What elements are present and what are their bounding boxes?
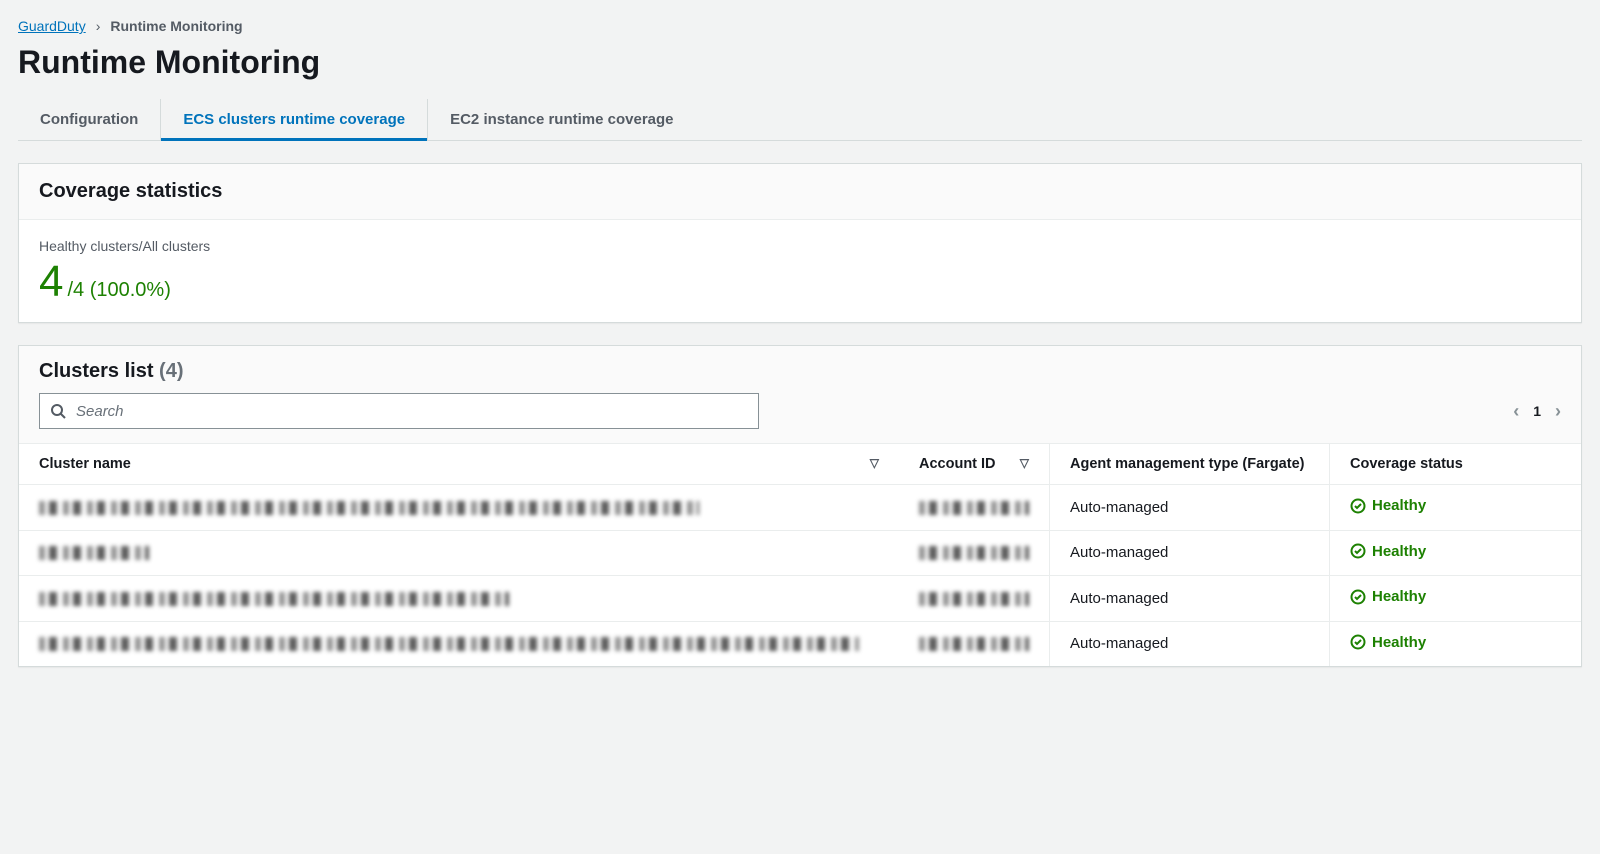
tab-ecs-clusters-runtime-coverage[interactable]: ECS clusters runtime coverage bbox=[161, 99, 428, 140]
account-id-redacted bbox=[919, 637, 1029, 651]
breadcrumb-current: Runtime Monitoring bbox=[110, 18, 242, 34]
pager: ‹ 1 › bbox=[1513, 401, 1561, 422]
agent-management-type: Auto-managed bbox=[1050, 621, 1330, 666]
status-badge: Healthy bbox=[1350, 497, 1426, 514]
pager-current-page: 1 bbox=[1533, 403, 1541, 419]
filter-icon[interactable]: ▽ bbox=[1020, 456, 1029, 470]
clusters-list-count: (4) bbox=[159, 360, 183, 382]
table-row: Auto-managed Healthy bbox=[19, 530, 1581, 576]
cluster-name-redacted bbox=[39, 546, 149, 560]
column-header-coverage-status[interactable]: Coverage status bbox=[1330, 444, 1582, 485]
column-header-agent-management-type[interactable]: Agent management type (Fargate) bbox=[1050, 444, 1330, 485]
pager-prev-button[interactable]: ‹ bbox=[1513, 401, 1519, 422]
column-header-account-id[interactable]: Account ID ▽ bbox=[899, 444, 1050, 485]
pager-next-button[interactable]: › bbox=[1555, 401, 1561, 422]
clusters-list-panel: Clusters list (4) ‹ 1 › bbox=[18, 345, 1582, 667]
account-id-redacted bbox=[919, 501, 1029, 515]
column-header-cluster-name[interactable]: Cluster name ▽ bbox=[19, 444, 899, 485]
coverage-stat-value: 4 /4 (100.0%) bbox=[39, 260, 1561, 304]
breadcrumb: GuardDuty › Runtime Monitoring bbox=[18, 18, 1582, 34]
tabs: Configuration ECS clusters runtime cover… bbox=[18, 99, 1582, 141]
account-id-redacted bbox=[919, 592, 1029, 606]
coverage-statistics-heading: Coverage statistics bbox=[39, 180, 1561, 203]
check-circle-icon bbox=[1350, 634, 1366, 650]
chevron-right-icon: › bbox=[96, 18, 101, 34]
search-box[interactable] bbox=[39, 393, 759, 429]
status-badge: Healthy bbox=[1350, 543, 1426, 560]
clusters-table: Cluster name ▽ Account ID ▽ Agent manage… bbox=[19, 444, 1581, 666]
agent-management-type: Auto-managed bbox=[1050, 530, 1330, 576]
page-title: Runtime Monitoring bbox=[18, 44, 1582, 81]
cluster-name-redacted bbox=[39, 637, 859, 651]
status-badge: Healthy bbox=[1350, 588, 1426, 605]
check-circle-icon bbox=[1350, 498, 1366, 514]
coverage-stat-label: Healthy clusters/All clusters bbox=[39, 238, 1561, 254]
clusters-list-title: Clusters list bbox=[39, 360, 153, 382]
agent-management-type: Auto-managed bbox=[1050, 576, 1330, 622]
account-id-redacted bbox=[919, 546, 1029, 560]
status-badge: Healthy bbox=[1350, 634, 1426, 651]
filter-icon[interactable]: ▽ bbox=[870, 456, 879, 470]
tab-ec2-instance-runtime-coverage[interactable]: EC2 instance runtime coverage bbox=[428, 99, 695, 140]
cluster-name-redacted bbox=[39, 501, 699, 515]
table-row: Auto-managed Healthy bbox=[19, 576, 1581, 622]
breadcrumb-root-link[interactable]: GuardDuty bbox=[18, 18, 86, 34]
search-icon bbox=[50, 403, 66, 419]
tab-configuration[interactable]: Configuration bbox=[18, 99, 161, 140]
search-input[interactable] bbox=[74, 402, 748, 421]
coverage-total-suffix: /4 (100.0%) bbox=[67, 279, 170, 302]
agent-management-type: Auto-managed bbox=[1050, 485, 1330, 531]
check-circle-icon bbox=[1350, 589, 1366, 605]
coverage-statistics-panel: Coverage statistics Healthy clusters/All… bbox=[18, 163, 1582, 323]
cluster-name-redacted bbox=[39, 592, 509, 606]
coverage-healthy-count: 4 bbox=[39, 260, 63, 304]
check-circle-icon bbox=[1350, 543, 1366, 559]
table-row: Auto-managed Healthy bbox=[19, 485, 1581, 531]
table-row: Auto-managed Healthy bbox=[19, 621, 1581, 666]
